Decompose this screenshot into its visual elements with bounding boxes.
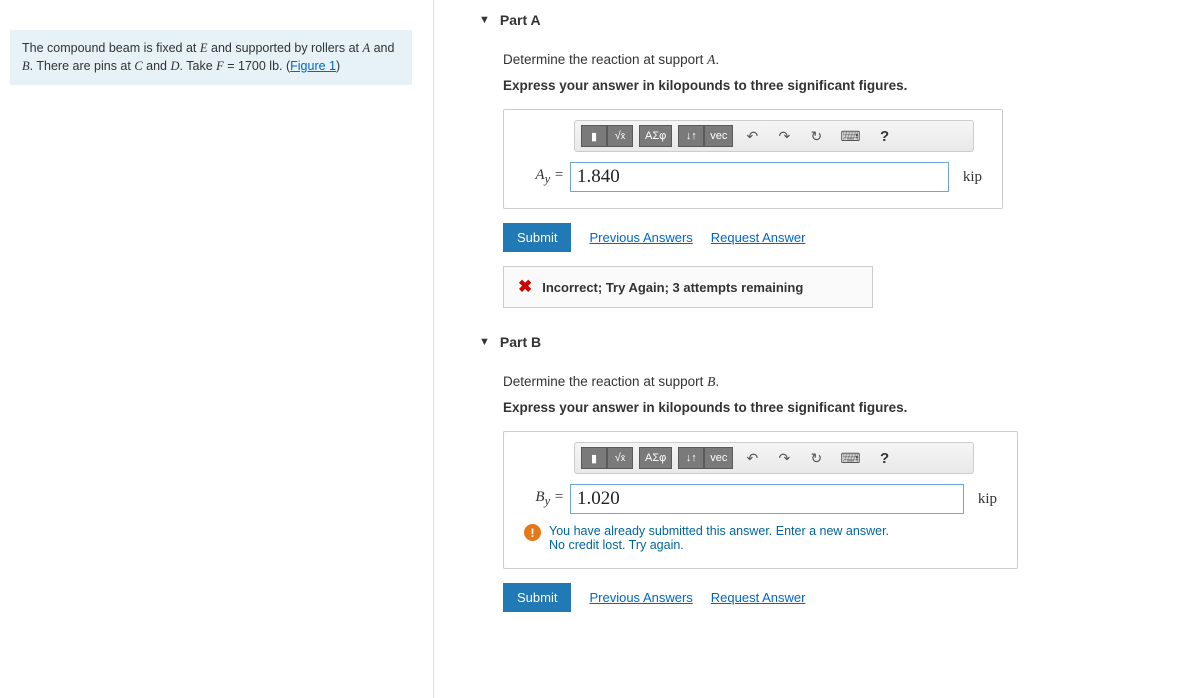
caret-down-icon: ▼ — [479, 14, 490, 26]
var-C: C — [134, 59, 142, 73]
keyboard-icon[interactable]: ⌨ — [835, 447, 865, 469]
part-b-input[interactable] — [570, 484, 964, 514]
problem-statement: The compound beam is fixed at E and supp… — [10, 30, 412, 85]
part-b-request-answer-link[interactable]: Request Answer — [711, 590, 806, 605]
sqrt-icon[interactable]: √x̄ — [607, 447, 633, 469]
redo-icon[interactable]: ↷ — [771, 447, 797, 469]
part-b-previous-answers-link[interactable]: Previous Answers — [589, 590, 692, 605]
part-b-var-label: By = — [524, 489, 564, 509]
part-a-request-answer-link[interactable]: Request Answer — [711, 230, 806, 245]
info-text: No credit lost. Try again. — [549, 538, 889, 552]
greek-button[interactable]: ΑΣφ — [639, 447, 672, 469]
vec-button[interactable]: vec — [704, 447, 733, 469]
part-a-section: ▼ Part A Determine the reaction at suppo… — [479, 12, 1193, 308]
part-b-prompt: Determine the reaction at support B. — [503, 374, 1193, 390]
part-b-instruction: Express your answer in kilopounds to thr… — [503, 400, 1193, 415]
text: = 1700 lb. ( — [224, 59, 290, 73]
templates-icon[interactable]: ▮ — [581, 125, 607, 147]
figure-link[interactable]: Figure 1 — [290, 59, 336, 73]
greek-button[interactable]: ΑΣφ — [639, 125, 672, 147]
var-D: D — [170, 59, 179, 73]
text: and — [370, 41, 394, 55]
info-icon: ! — [524, 524, 541, 541]
var-E: E — [200, 41, 208, 55]
part-a-var-label: Ay = — [524, 167, 564, 187]
keyboard-icon[interactable]: ⌨ — [835, 125, 865, 147]
undo-icon[interactable]: ↶ — [739, 447, 765, 469]
undo-icon[interactable]: ↶ — [739, 125, 765, 147]
reset-icon[interactable]: ↻ — [803, 447, 829, 469]
unit-label: kip — [963, 169, 982, 186]
var-F: F — [216, 59, 224, 73]
feedback-text: Incorrect; Try Again; 3 attempts remaini… — [542, 280, 803, 295]
text: and — [143, 59, 171, 73]
part-b-section: ▼ Part B Determine the reaction at suppo… — [479, 334, 1193, 612]
equation-toolbar: ▮ √x̄ ΑΣφ ↓↑ vec ↶ ↷ ↻ ⌨ ? — [574, 120, 974, 152]
var-B: B — [22, 59, 30, 73]
help-icon[interactable]: ? — [872, 125, 898, 147]
part-a-prompt: Determine the reaction at support A. — [503, 52, 1193, 68]
arrows-button[interactable]: ↓↑ — [678, 447, 704, 469]
part-a-answer-box: ▮ √x̄ ΑΣφ ↓↑ vec ↶ ↷ ↻ ⌨ ? Ay = — [503, 109, 1003, 209]
caret-down-icon: ▼ — [479, 336, 490, 348]
redo-icon[interactable]: ↷ — [771, 125, 797, 147]
part-a-feedback: ✖ Incorrect; Try Again; 3 attempts remai… — [503, 266, 873, 308]
equation-toolbar: ▮ √x̄ ΑΣφ ↓↑ vec ↶ ↷ ↻ ⌨ ? — [574, 442, 974, 474]
part-a-header[interactable]: ▼ Part A — [479, 12, 1193, 28]
text: ) — [336, 59, 340, 73]
part-b-submit-button[interactable]: Submit — [503, 583, 571, 612]
part-b-info: ! You have already submitted this answer… — [524, 524, 997, 552]
text: and supported by rollers at — [208, 41, 363, 55]
var-A: A — [362, 41, 370, 55]
part-a-input[interactable] — [570, 162, 949, 192]
unit-label: kip — [978, 491, 997, 508]
part-a-title: Part A — [500, 12, 541, 28]
info-text: You have already submitted this answer. … — [549, 524, 889, 538]
part-a-submit-button[interactable]: Submit — [503, 223, 571, 252]
arrows-button[interactable]: ↓↑ — [678, 125, 704, 147]
reset-icon[interactable]: ↻ — [803, 125, 829, 147]
vec-button[interactable]: vec — [704, 125, 733, 147]
part-b-header[interactable]: ▼ Part B — [479, 334, 1193, 350]
part-b-answer-box: ▮ √x̄ ΑΣφ ↓↑ vec ↶ ↷ ↻ ⌨ ? By = — [503, 431, 1018, 569]
text: The compound beam is fixed at — [22, 41, 200, 55]
incorrect-icon: ✖ — [518, 277, 532, 297]
part-a-instruction: Express your answer in kilopounds to thr… — [503, 78, 1193, 93]
text: . Take — [180, 59, 217, 73]
text: . There are pins at — [30, 59, 135, 73]
templates-icon[interactable]: ▮ — [581, 447, 607, 469]
sqrt-icon[interactable]: √x̄ — [607, 125, 633, 147]
help-icon[interactable]: ? — [872, 447, 898, 469]
part-b-title: Part B — [500, 334, 541, 350]
part-a-previous-answers-link[interactable]: Previous Answers — [589, 230, 692, 245]
